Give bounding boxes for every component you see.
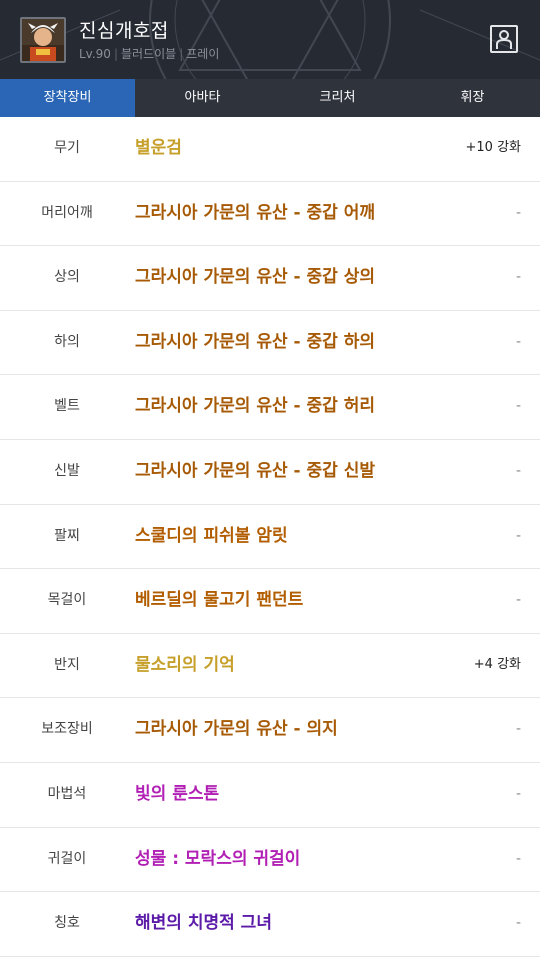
item-name: 빛의 룬스톤 — [135, 783, 220, 804]
character-avatar[interactable] — [20, 17, 66, 63]
equipment-row[interactable]: 칭호 해변의 치명적 그녀 - — [0, 892, 540, 957]
enhance-level: - — [515, 398, 521, 415]
item-name: 그라시아 가문의 유산 - 중갑 하의 — [135, 331, 375, 352]
enhance-level: +10 강화 — [465, 140, 522, 155]
tab-insignia[interactable]: 휘장 — [405, 79, 540, 117]
equipment-row[interactable]: 상의 그라시아 가문의 유산 - 중갑 상의 - — [0, 246, 540, 311]
tab-bar: 장착장비 아바타 크리처 휘장 — [0, 79, 540, 117]
character-level: Lv.90 — [79, 47, 111, 61]
equipment-row[interactable]: 하의 그라시아 가문의 유산 - 중갑 하의 - — [0, 311, 540, 376]
equipment-row[interactable]: 보조장비 그라시아 가문의 유산 - 의지 - — [0, 698, 540, 763]
enhance-level: - — [515, 333, 521, 350]
slot-label: 벨트 — [54, 398, 80, 415]
slot-label: 반지 — [54, 656, 80, 673]
equipment-row[interactable]: 귀걸이 성물 : 모락스의 귀걸이 - — [0, 828, 540, 893]
slot-label: 무기 — [54, 140, 80, 156]
equipment-row[interactable]: 반지 물소리의 기억 +4 강화 — [0, 634, 540, 699]
enhance-level: - — [515, 915, 521, 932]
enhance-level: - — [515, 269, 521, 286]
equipment-row[interactable]: 마법석 빛의 룬스톤 - — [0, 763, 540, 828]
item-name: 그라시아 가문의 유산 - 중갑 허리 — [135, 396, 375, 417]
slot-label: 하의 — [54, 333, 80, 350]
character-header: 진심개호접 Lv.90 | 블러드이블 | 프레이 — [0, 0, 540, 79]
enhance-level: - — [515, 527, 521, 544]
slot-label: 칭호 — [54, 915, 80, 932]
character-class: 블러드이블 — [121, 47, 177, 61]
equipment-row[interactable]: 무기 별운검 +10 강화 — [0, 117, 540, 182]
slot-label: 귀걸이 — [47, 850, 87, 867]
slot-label: 팔찌 — [54, 527, 80, 544]
equipment-row[interactable]: 머리어깨 그라시아 가문의 유산 - 중갑 어깨 - — [0, 182, 540, 247]
item-name: 그라시아 가문의 유산 - 중갑 상의 — [135, 267, 375, 288]
slot-label: 상의 — [54, 269, 80, 286]
equipment-row[interactable]: 신발 그라시아 가문의 유산 - 중갑 신발 - — [0, 440, 540, 505]
slot-label: 보조장비 — [41, 721, 93, 738]
enhance-level: - — [515, 785, 521, 802]
character-portrait-icon — [22, 19, 64, 61]
item-name: 해변의 치명적 그녀 — [135, 913, 272, 934]
character-server: 프레이 — [186, 47, 220, 61]
item-name: 그라시아 가문의 유산 - 중갑 어깨 — [135, 202, 375, 223]
character-name: 진심개호접 — [79, 20, 169, 42]
enhance-level: - — [515, 462, 521, 479]
slot-label: 마법석 — [47, 785, 87, 802]
item-name: 물소리의 기억 — [135, 654, 235, 675]
slot-label: 목걸이 — [47, 592, 87, 609]
slot-label: 신발 — [54, 462, 80, 479]
slot-label: 머리어깨 — [41, 204, 93, 221]
item-name: 그라시아 가문의 유산 - 중갑 신발 — [135, 460, 375, 481]
item-name: 별운검 — [135, 138, 182, 158]
enhance-level: - — [515, 204, 521, 221]
item-name: 스쿨디의 피쉬볼 암릿 — [135, 525, 288, 546]
character-meta: Lv.90 | 블러드이블 | 프레이 — [79, 47, 220, 61]
item-name: 성물 : 모락스의 귀걸이 — [135, 848, 301, 869]
tab-avatar[interactable]: 아바타 — [135, 79, 270, 117]
person-icon — [496, 30, 512, 49]
enhance-level: - — [515, 850, 521, 867]
item-name: 베르딜의 물고기 팬던트 — [135, 590, 304, 611]
enhance-level: +4 강화 — [473, 656, 521, 672]
equipment-row[interactable]: 벨트 그라시아 가문의 유산 - 중갑 허리 - — [0, 375, 540, 440]
enhance-level: - — [515, 721, 521, 738]
equipment-row[interactable]: 목걸이 베르딜의 물고기 팬던트 - — [0, 569, 540, 634]
equipment-list: 무기 별운검 +10 강화 머리어깨 그라시아 가문의 유산 - 중갑 어깨 -… — [0, 117, 540, 957]
tab-equipment[interactable]: 장착장비 — [0, 79, 135, 117]
profile-button[interactable] — [490, 25, 518, 53]
tab-creature[interactable]: 크리처 — [270, 79, 405, 117]
item-name: 그라시아 가문의 유산 - 의지 — [135, 719, 338, 740]
enhance-level: - — [515, 592, 521, 609]
equipment-row[interactable]: 팔찌 스쿨디의 피쉬볼 암릿 - — [0, 505, 540, 570]
